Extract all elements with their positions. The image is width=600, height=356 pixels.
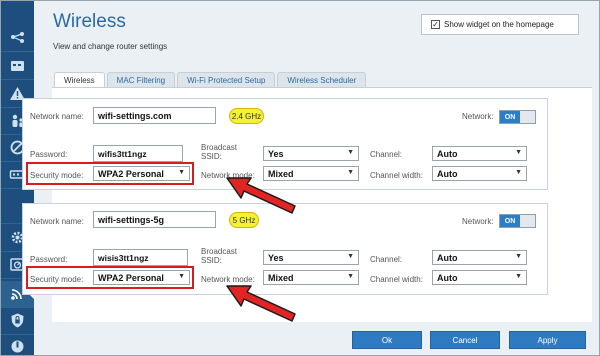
network-name-label: Network name: xyxy=(30,217,84,226)
channel-width-select[interactable]: Auto ▼ xyxy=(432,270,527,285)
password-input[interactable]: wifis3tt1ngz xyxy=(93,145,183,162)
broadcast-ssid-select[interactable]: Yes ▼ xyxy=(263,146,359,161)
broadcast-ssid-value: Yes xyxy=(268,252,284,263)
tab-mac-filtering[interactable]: MAC Filtering xyxy=(106,72,176,87)
show-widget-option[interactable]: ✓ Show widget on the homepage xyxy=(421,14,579,35)
footer-bar: Ok Cancel Apply xyxy=(34,326,599,355)
red-arrow-annotation xyxy=(226,285,296,322)
dropdown-arrow-icon: ▼ xyxy=(515,273,522,280)
network-toggle[interactable]: ON xyxy=(499,110,536,124)
security-shield-icon[interactable] xyxy=(9,312,26,329)
channel-width-value: Auto xyxy=(437,168,458,179)
channel-width-value: Auto xyxy=(437,272,458,283)
network-label: Network: xyxy=(462,217,494,226)
dropdown-arrow-icon: ▼ xyxy=(515,169,522,176)
toggle-on-label: ON xyxy=(500,111,520,123)
show-widget-checkbox[interactable]: ✓ xyxy=(431,20,440,29)
network-name-input[interactable]: wifi-settings.com xyxy=(93,107,216,124)
tab-bar: Wireless MAC Filtering Wi-Fi Protected S… xyxy=(54,72,368,87)
security-mode-highlight xyxy=(26,266,194,289)
apps-icon[interactable] xyxy=(9,57,26,74)
channel-value: Auto xyxy=(437,148,458,159)
password-label: Password: xyxy=(30,255,68,264)
ok-button[interactable]: Ok xyxy=(352,331,422,349)
channel-select[interactable]: Auto ▼ xyxy=(432,250,527,265)
dropdown-arrow-icon: ▼ xyxy=(347,169,354,176)
password-label: Password: xyxy=(30,150,68,159)
troubleshooting-icon[interactable] xyxy=(9,338,26,355)
security-mode-highlight xyxy=(26,162,194,185)
dropdown-arrow-icon: ▼ xyxy=(347,149,354,156)
red-arrow-annotation xyxy=(226,177,296,214)
network-map-icon[interactable] xyxy=(9,29,26,46)
network-name-label: Network name: xyxy=(30,112,84,121)
channel-width-label: Channel width: xyxy=(370,171,423,180)
password-input[interactable]: wisis3tt1ngz xyxy=(93,249,188,266)
channel-select[interactable]: Auto ▼ xyxy=(432,146,527,161)
channel-width-label: Channel width: xyxy=(370,275,423,284)
band-badge: 5 GHz xyxy=(229,212,259,228)
tab-wifi-protected-setup[interactable]: Wi-Fi Protected Setup xyxy=(177,72,276,87)
channel-label: Channel: xyxy=(370,150,403,159)
channel-label: Channel: xyxy=(370,255,403,264)
tab-wireless-scheduler[interactable]: Wireless Scheduler xyxy=(277,72,367,87)
page-title: Wireless xyxy=(53,11,126,32)
broadcast-ssid-value: Yes xyxy=(268,148,284,159)
network-label: Network: xyxy=(462,112,494,121)
show-widget-label: Show widget on the homepage xyxy=(444,20,554,29)
dropdown-arrow-icon: ▼ xyxy=(347,253,354,260)
dropdown-arrow-icon: ▼ xyxy=(515,253,522,260)
cancel-button[interactable]: Cancel xyxy=(430,331,500,349)
dropdown-arrow-icon: ▼ xyxy=(515,149,522,156)
toggle-on-label: ON xyxy=(500,215,520,227)
channel-width-select[interactable]: Auto ▼ xyxy=(432,166,527,181)
broadcast-ssid-label: Broadcast SSID: xyxy=(201,247,238,265)
page-subtitle: View and change router settings xyxy=(53,42,168,51)
channel-value: Auto xyxy=(437,252,458,263)
dropdown-arrow-icon: ▼ xyxy=(347,273,354,280)
band-badge: 2.4 GHz xyxy=(229,108,264,124)
network-toggle[interactable]: ON xyxy=(499,214,536,228)
apply-button[interactable]: Apply xyxy=(509,331,586,349)
network-name-input[interactable]: wifi-settings-5g xyxy=(93,211,216,228)
broadcast-ssid-select[interactable]: Yes ▼ xyxy=(263,250,359,265)
tab-wireless[interactable]: Wireless xyxy=(54,72,105,87)
broadcast-ssid-label: Broadcast SSID: xyxy=(201,143,238,161)
